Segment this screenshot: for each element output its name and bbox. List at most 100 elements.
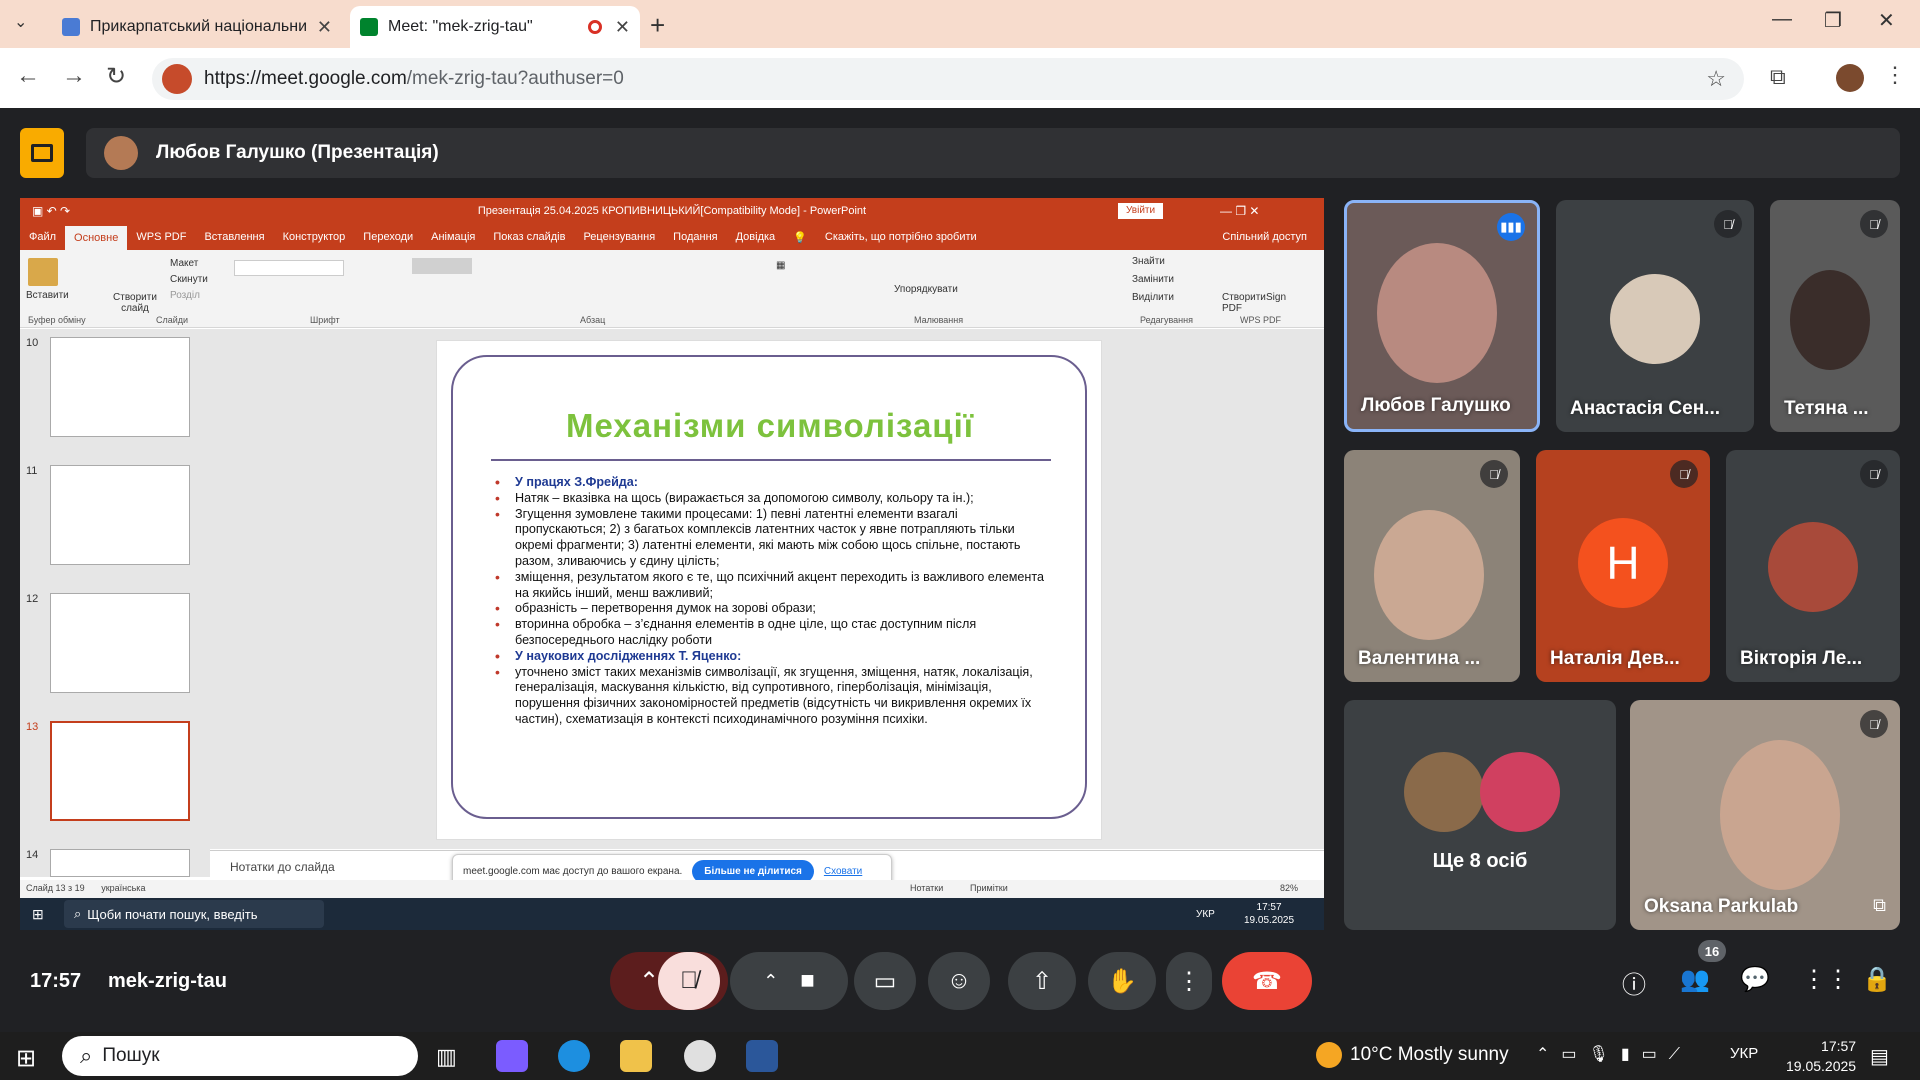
new-slide-button[interactable]: Створити слайд [110,292,160,314]
mic-toggle-button[interactable]: 🎙̸ [658,952,720,1010]
chrome-menu-icon[interactable]: ⋮ [1884,62,1906,88]
ppt-tab-slideshow[interactable]: Показ слайдів [484,231,574,243]
word-icon[interactable] [746,1040,778,1072]
pip-icon[interactable]: ⧉ [1873,895,1886,916]
captions-button[interactable]: ▭ [854,952,916,1010]
ppt-tab-animation[interactable]: Анімація [422,231,484,243]
minimize-icon[interactable]: — [1772,8,1792,31]
others-tile[interactable]: Ще 8 осіб [1344,700,1616,930]
taskbar-clock[interactable]: 17:57 19.05.2025 [1786,1036,1856,1076]
inner-search-box[interactable]: ⌕ Щоби почати пошук, введіть [64,900,324,928]
ppt-tab-home[interactable]: Основне [65,226,128,250]
layout-button[interactable]: Макет [170,258,198,269]
activities-icon[interactable]: ⋮⋮ [1802,965,1850,994]
camera-button[interactable]: ⌃ ■ [730,952,848,1010]
windows-start-icon[interactable]: ⊞ [16,1044,36,1073]
meeting-info-icon[interactable]: ⓘ [1622,965,1646,1000]
reactions-button[interactable]: ☺ [928,952,990,1010]
arrange-button[interactable]: Упорядкувати [894,284,958,295]
ppt-tab-insert[interactable]: Вставлення [195,231,273,243]
slide-thumbnail-12[interactable] [50,593,190,693]
arrange-icon[interactable]: ▦ [776,260,785,271]
edge-icon[interactable] [558,1040,590,1072]
ppt-tab-file[interactable]: Файл [20,231,65,243]
sign-button[interactable]: Sign [1266,292,1286,303]
profile-avatar[interactable] [1836,64,1864,92]
slide-thumbnail-13-selected[interactable] [50,721,190,821]
weather-widget[interactable]: 10°C Mostly sunny [1316,1042,1509,1068]
raise-hand-button[interactable]: ✋ [1088,952,1156,1010]
participant-tile-1[interactable]: ▮▮▮ Любов Галушко [1344,200,1540,432]
participant-tile-3[interactable]: 🎙̸ Тетяна ... [1770,200,1900,432]
inner-start-icon[interactable]: ⊞ [32,906,44,923]
tab-search-icon[interactable]: ⌄ [14,12,27,32]
more-options-button[interactable]: ⋮ [1166,952,1212,1010]
status-zoom[interactable]: 82% [1280,883,1298,893]
select-button[interactable]: Виділити [1132,292,1174,303]
align-buttons-icon[interactable] [412,258,472,274]
file-explorer-icon[interactable] [620,1040,652,1072]
ppt-tab-view[interactable]: Подання [664,231,726,243]
ppt-tab-wps[interactable]: WPS PDF [127,231,195,243]
status-comments-button[interactable]: Примітки [970,883,1008,893]
paste-button[interactable]: Вставити [26,290,69,301]
find-button[interactable]: Знайти [1132,256,1165,267]
save-icon[interactable]: ▣ ↶ ↷ [32,198,70,224]
browser-tab-university[interactable]: Прикарпатський національни ✕ [52,6,342,48]
people-icon[interactable]: 👥 [1680,965,1710,994]
browser-tab-meet[interactable]: Meet: "mek-zrig-tau" ✕ [350,6,640,48]
chrome-icon[interactable] [684,1040,716,1072]
chevron-up-icon: ⌃ [763,970,779,991]
taskbar-language[interactable]: УКР [1730,1045,1758,1062]
chat-icon[interactable]: 💬 [1740,965,1770,994]
forward-icon[interactable]: → [62,62,86,90]
ppt-share-button[interactable]: Спільний доступ [1213,231,1316,243]
present-button[interactable]: ⇧ [1008,952,1076,1010]
participant-tile-2[interactable]: 🎙̸ Анастасія Сен... [1556,200,1754,432]
font-name-field[interactable] [234,260,344,276]
back-icon[interactable]: ← [16,62,40,90]
task-view-icon[interactable]: ▥ [436,1044,457,1070]
close-tab-icon[interactable]: ✕ [317,17,332,38]
signin-button[interactable]: Увійти [1118,203,1164,219]
participant-tile-7[interactable]: 🎙̸ Oksana Parkulab ⧉ [1630,700,1900,930]
create-pdf-button[interactable]: Створити PDF [1222,292,1266,314]
status-notes-button[interactable]: Нотатки [910,883,943,893]
copilot-icon[interactable] [496,1040,528,1072]
ppt-tell-me[interactable]: Скажіть, що потрібно зробити [816,231,986,243]
taskbar-search-box[interactable]: ⌕ Пошук [62,1036,418,1076]
ppt-tab-review[interactable]: Рецензування [574,231,664,243]
reset-button[interactable]: Скинути [170,274,208,285]
bookmark-star-icon[interactable]: ☆ [1706,66,1726,92]
slide-thumbnail-11[interactable] [50,465,190,565]
current-slide[interactable]: Механізми символізації У працях З.Фрейда… [436,340,1102,840]
status-slide-count: Слайд 13 з 19 [26,883,85,893]
notifications-icon[interactable]: ▤ [1870,1044,1889,1069]
paste-icon[interactable] [28,258,58,286]
system-tray-icons[interactable]: ⌃▭🎙▮▭⟋ [1536,1044,1692,1064]
taskbar-search-text: Пошук [102,1045,160,1066]
reload-icon[interactable]: ↻ [106,62,126,91]
host-controls-icon[interactable]: 🔒 [1862,965,1892,994]
replace-button[interactable]: Замінити [1132,274,1174,285]
slide-thumbnail-14[interactable] [50,849,190,877]
presentation-icon[interactable] [20,128,64,178]
slide-thumbnail-10[interactable] [50,337,190,437]
site-info-icon[interactable] [162,64,192,94]
restore-icon[interactable]: ❐ [1824,8,1842,33]
close-tab-icon[interactable]: ✕ [615,17,630,38]
participant-tile-6[interactable]: 🎙̸ Вікторія Ле... [1726,450,1900,682]
section-button[interactable]: Розділ [170,290,200,301]
ppt-tab-transitions[interactable]: Переходи [354,231,422,243]
end-call-button[interactable]: ☎ [1222,952,1312,1010]
ppt-window-controls-icon[interactable]: — ❐ ✕ [1220,198,1259,224]
participant-tile-4[interactable]: 🎙̸ Валентина ... [1344,450,1520,682]
close-window-icon[interactable]: ✕ [1878,8,1895,33]
hide-banner-link[interactable]: Сховати [824,866,862,877]
extensions-icon[interactable]: ⧉ [1770,64,1786,90]
address-bar[interactable]: https://meet.google.com/mek-zrig-tau?aut… [152,58,1744,100]
participant-tile-5[interactable]: Н 🎙̸ Наталія Дев... [1536,450,1710,682]
new-tab-button[interactable]: + [650,10,665,41]
ppt-tab-design[interactable]: Конструктор [274,231,355,243]
ppt-tab-help[interactable]: Довідка [727,231,785,243]
